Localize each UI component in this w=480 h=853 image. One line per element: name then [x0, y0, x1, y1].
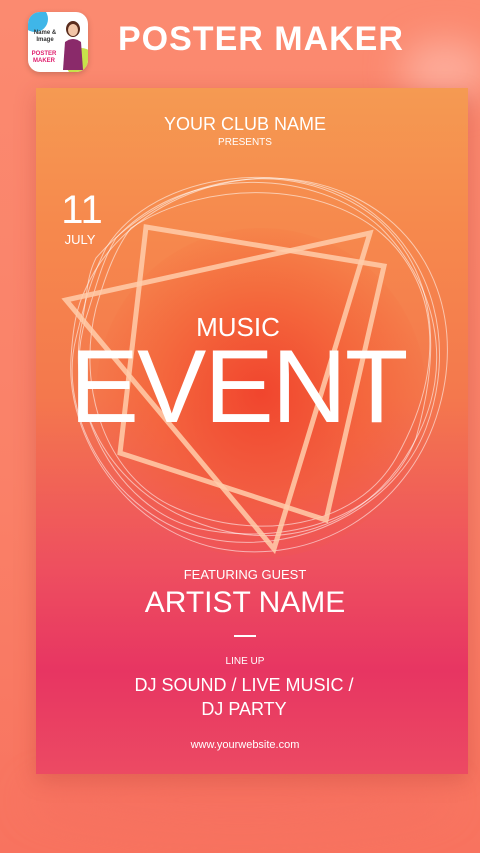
- poster-canvas[interactable]: YOUR CLUB NAME PRESENTS 11 JULY MUSIC EV…: [36, 88, 468, 774]
- divider-line: [234, 635, 256, 637]
- presents-label: PRESENTS: [218, 137, 272, 148]
- event-date-month: JULY: [64, 232, 96, 247]
- app-header: Name & Image POSTER MAKER POSTER MAKER: [0, 0, 480, 86]
- app-title: POSTER MAKER: [118, 20, 404, 58]
- person-icon: [63, 21, 83, 70]
- app-icon-name-image-text: Name & Image: [33, 30, 57, 43]
- app-icon-poster-maker-text: POSTER MAKER: [31, 51, 57, 64]
- website-url: www.yourwebsite.com: [190, 739, 300, 751]
- lineup-acts: DJ SOUND / LIVE MUSIC / DJ PARTY: [134, 675, 354, 719]
- event-date-day: 11: [61, 188, 103, 232]
- background-glow: [30, 770, 450, 830]
- featuring-label: FEATURING GUEST: [183, 567, 307, 582]
- poster-title: EVENT: [69, 329, 409, 445]
- lineup-label: LINE UP: [225, 656, 265, 667]
- artist-name: ARTIST NAME: [144, 586, 346, 619]
- club-name: YOUR CLUB NAME: [163, 114, 327, 134]
- app-logo-icon[interactable]: Name & Image POSTER MAKER: [28, 12, 88, 72]
